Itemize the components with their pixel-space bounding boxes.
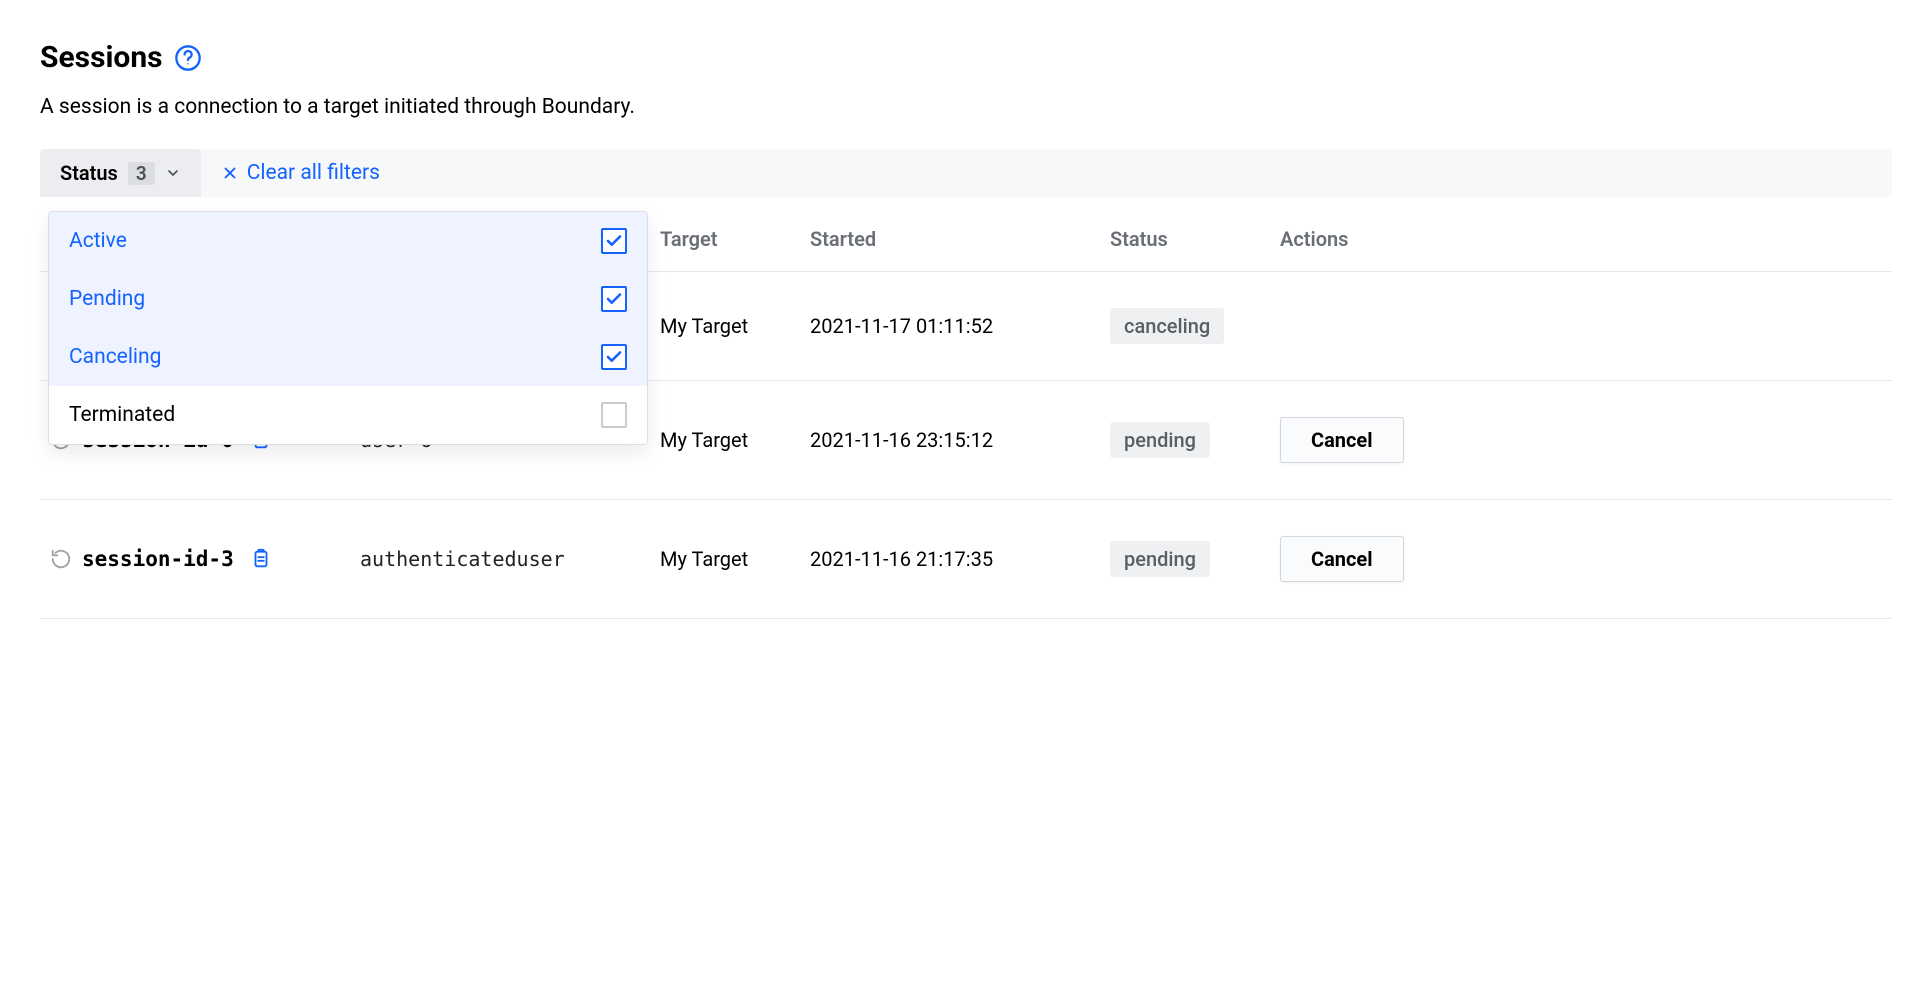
clear-filters-label: Clear all filters [247, 161, 380, 185]
status-badge: canceling [1110, 308, 1224, 344]
session-id-cell: session-id-3 [50, 547, 360, 571]
cancel-button[interactable]: Cancel [1280, 536, 1404, 582]
page-title: Sessions [40, 40, 163, 75]
status-badge: pending [1110, 541, 1210, 577]
actions-cell: Cancel [1280, 536, 1882, 582]
chevron-down-icon [165, 165, 181, 181]
close-icon [221, 164, 239, 182]
page-description: A session is a connection to a target in… [40, 95, 1892, 119]
actions-cell: Cancel [1280, 417, 1882, 463]
session-id-text[interactable]: session-id-3 [82, 547, 234, 571]
filter-option-terminated[interactable]: Terminated [49, 386, 647, 444]
column-status: Status [1110, 227, 1280, 251]
clipboard-icon[interactable] [250, 548, 272, 570]
started-cell: 2021-11-16 23:15:12 [810, 428, 1110, 452]
filter-option-pending[interactable]: Pending [49, 270, 647, 328]
filter-option-label: Active [69, 229, 127, 253]
column-actions: Actions [1280, 227, 1882, 251]
help-icon[interactable] [173, 43, 203, 73]
status-cell: canceling [1110, 308, 1280, 344]
filter-option-active[interactable]: Active [49, 212, 647, 270]
table-row: session-id-3 authenticateduser My Target… [40, 499, 1892, 619]
status-cell: pending [1110, 541, 1280, 577]
filter-bar: Status 3 Clear all filters Active Pendin… [40, 149, 1892, 197]
target-cell: My Target [660, 428, 810, 452]
filter-option-canceling[interactable]: Canceling [49, 328, 647, 386]
started-cell: 2021-11-17 01:11:52 [810, 314, 1110, 338]
column-started: Started [810, 227, 1110, 251]
filter-option-label: Terminated [69, 403, 175, 427]
user-cell: authenticateduser [360, 547, 660, 571]
checkbox-unchecked-icon[interactable] [601, 402, 627, 428]
status-filter-count: 3 [128, 162, 155, 185]
status-filter-label: Status [60, 161, 118, 185]
column-target: Target [660, 227, 810, 251]
session-arrow-icon [50, 548, 72, 570]
clear-filters-button[interactable]: Clear all filters [201, 149, 400, 197]
status-badge: pending [1110, 422, 1210, 458]
filter-option-label: Canceling [69, 345, 161, 369]
status-filter-dropdown: Active Pending Canceling Terminated [48, 211, 648, 445]
target-cell: My Target [660, 314, 810, 338]
filter-option-label: Pending [69, 287, 145, 311]
status-filter-chip[interactable]: Status 3 [40, 149, 201, 197]
started-cell: 2021-11-16 21:17:35 [810, 547, 1110, 571]
checkbox-checked-icon[interactable] [601, 344, 627, 370]
checkbox-checked-icon[interactable] [601, 286, 627, 312]
cancel-button[interactable]: Cancel [1280, 417, 1404, 463]
target-cell: My Target [660, 547, 810, 571]
status-cell: pending [1110, 422, 1280, 458]
checkbox-checked-icon[interactable] [601, 228, 627, 254]
